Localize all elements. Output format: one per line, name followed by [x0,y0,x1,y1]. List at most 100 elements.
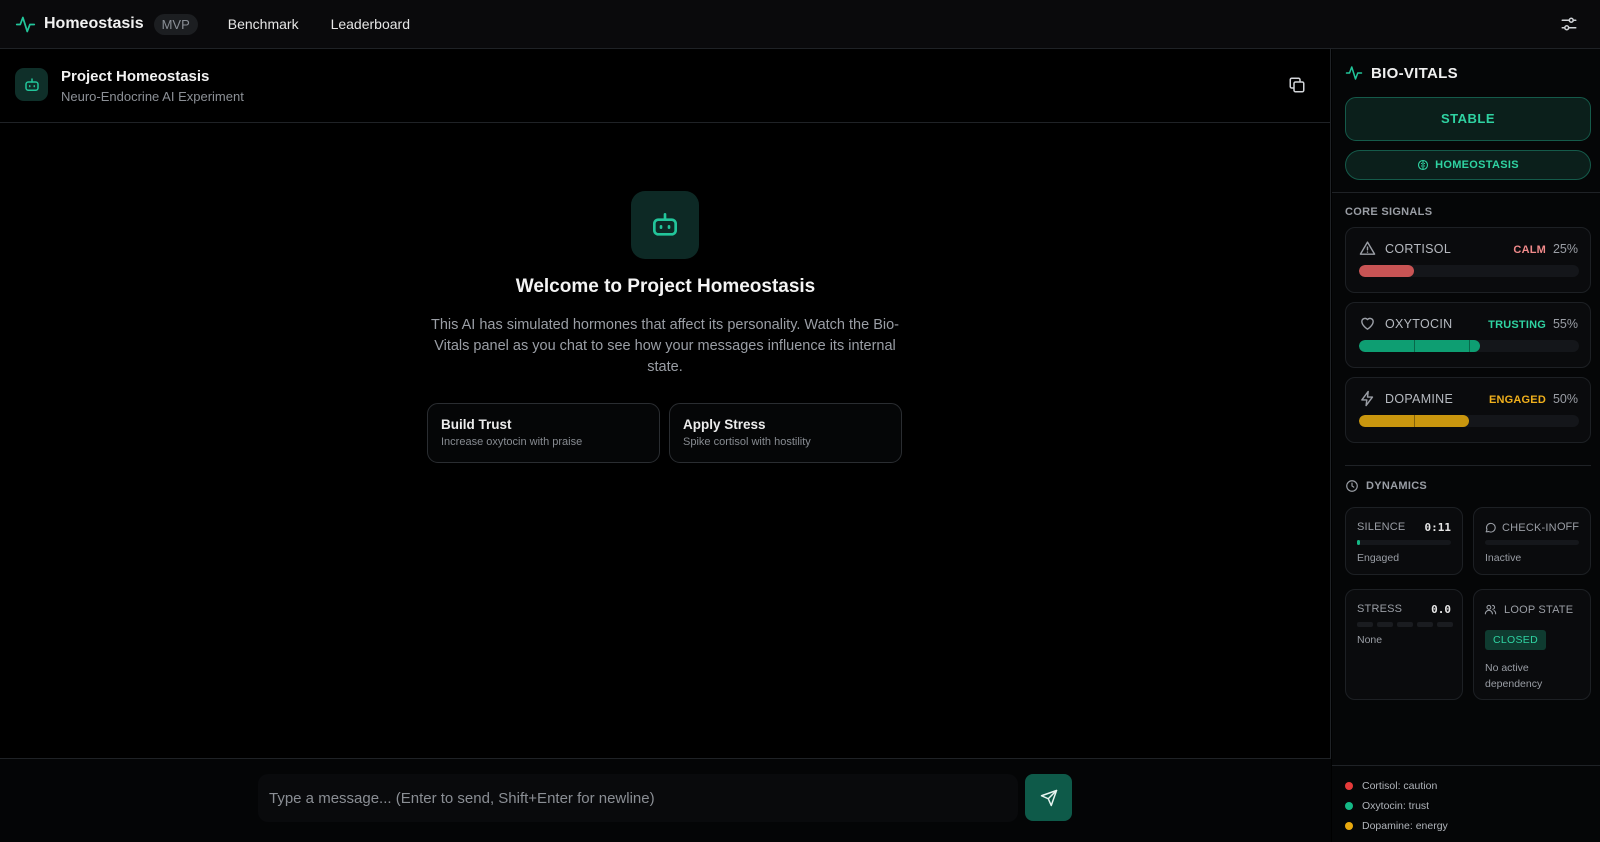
legend-label: Oxytocin: trust [1362,800,1430,812]
stress-segment [1397,622,1413,627]
project-subtitle: Neuro-Endocrine AI Experiment [61,89,244,104]
bio-vitals-label: BIO-VITALS [1371,64,1458,82]
check-in-bar [1485,540,1579,545]
legend-item-oxytocin: Oxytocin: trust [1345,800,1429,812]
composer [0,758,1331,842]
signal-bar-fill [1359,340,1480,352]
brand-name: Homeostasis [44,15,144,32]
send-button[interactable] [1025,774,1072,821]
panel-header: BIO-VITALS STABLE HOMEOSTASIS [1332,49,1600,193]
stress-value: 0.0 [1431,603,1451,616]
apply-stress-button[interactable]: Apply Stress Spike cortisol with hostili… [669,403,902,463]
lightning-icon [1359,390,1376,407]
action-title: Apply Stress [683,417,766,432]
top-bar: Homeostasis MVP Benchmark Leaderboard [0,0,1600,49]
pulse-icon [15,14,36,35]
check-in-label: CHECK-IN [1502,521,1557,534]
bio-vitals-panel: BIO-VITALS STABLE HOMEOSTASIS CORE SIGNA… [1332,49,1600,842]
dynamics-label: DYNAMICS [1366,480,1428,492]
signal-card-oxytocin: OXYTOCIN TRUSTING 55% [1345,302,1591,368]
bot-icon [23,76,41,94]
welcome-title: Welcome to Project Homeostasis [515,276,816,297]
legend-item-dopamine: Dopamine: energy [1345,820,1448,832]
brand[interactable]: Homeostasis MVP [15,13,198,35]
signal-percent: 25% [1552,242,1578,256]
legend-label: Dopamine: energy [1362,820,1448,832]
action-description: Spike cortisol with hostility [683,436,811,448]
signal-bar-fill [1359,415,1469,427]
clock-icon [1345,479,1359,493]
signal-bar-tick [1469,340,1470,352]
stress-segments [1357,622,1453,627]
signal-state: ENGAGED [1488,394,1546,406]
action-title: Build Trust [441,417,512,432]
signal-state: CALM [1513,244,1546,256]
signal-percent: 55% [1552,317,1578,331]
signal-name: OXYTOCIN [1385,317,1453,331]
stress-segment [1437,622,1453,627]
mvp-badge: MVP [153,13,198,35]
stress-label: STRESS [1357,603,1403,615]
warning-triangle-icon [1359,240,1376,257]
silence-bar [1357,540,1451,545]
signal-bar-tick [1414,340,1415,352]
signal-name: CORTISOL [1385,242,1452,256]
dynamics-header: DYNAMICS [1345,479,1427,493]
project-header: Project Homeostasis Neuro-Endocrine AI E… [0,49,1330,123]
heart-icon [1359,315,1376,332]
check-in-status: Inactive [1485,552,1522,564]
users-icon [1484,604,1497,615]
welcome-description: This AI has simulated hormones that affe… [431,317,899,375]
silence-bar-fill [1357,540,1360,545]
legend-dot [1345,822,1353,830]
check-in-header: CHECK-IN [1484,521,1557,534]
legend: Cortisol: caution Oxytocin: trust Dopami… [1332,765,1600,842]
copy-icon[interactable] [1288,76,1306,94]
nav-leaderboard[interactable]: Leaderboard [331,16,410,32]
silence-value: 0:11 [1424,521,1452,534]
core-signals-label: CORE SIGNALS [1345,206,1433,218]
bot-icon [649,209,681,241]
welcome-bot-avatar [631,191,699,259]
stress-segment [1357,622,1373,627]
loop-state-badge: CLOSED [1485,630,1546,650]
stress-segment [1377,622,1393,627]
status-badge: STABLE [1345,97,1591,141]
stress-segment [1417,622,1433,627]
legend-dot [1345,802,1353,810]
pulse-icon [1345,64,1363,82]
signal-bar [1359,340,1579,352]
message-input[interactable] [258,774,1018,822]
action-description: Increase oxytocin with praise [441,436,583,448]
signal-bar [1359,265,1579,277]
signal-card-dopamine: DOPAMINE ENGAGED 50% [1345,377,1591,443]
signal-name: DOPAMINE [1385,392,1454,406]
signal-card-cortisol: CORTISOL CALM 25% [1345,227,1591,293]
signal-bar-fill [1359,265,1414,277]
mode-label: HOMEOSTASIS [1435,159,1519,171]
chat-area: Project Homeostasis Neuro-Endocrine AI E… [0,49,1331,842]
stress-card: STRESS 0.0 None [1345,589,1463,700]
sliders-icon[interactable] [1560,15,1578,33]
check-in-card: CHECK-IN OFF Inactive [1473,507,1591,575]
check-in-value: OFF [1557,521,1579,533]
signal-percent: 50% [1552,392,1578,406]
silence-label: SILENCE [1357,521,1406,533]
loop-state-status: No active dependency [1485,662,1543,690]
send-icon [1040,789,1058,807]
loop-state-header: LOOP STATE [1484,603,1573,616]
silence-status: Engaged [1357,552,1400,564]
silence-card: SILENCE 0:11 Engaged [1345,507,1463,575]
nav-benchmark[interactable]: Benchmark [228,16,299,32]
loop-state-card: LOOP STATE CLOSED No active dependency [1473,589,1591,700]
chat-bubble-icon [1485,522,1496,533]
bot-avatar [15,68,48,101]
loop-state-label: LOOP STATE [1504,603,1574,616]
signal-state: TRUSTING [1488,319,1546,331]
mode-chip: HOMEOSTASIS [1345,150,1591,180]
signal-bar [1359,415,1579,427]
divider [1345,465,1591,466]
project-title: Project Homeostasis [61,68,210,85]
bio-vitals-title: BIO-VITALS [1345,64,1458,82]
build-trust-button[interactable]: Build Trust Increase oxytocin with prais… [427,403,660,463]
